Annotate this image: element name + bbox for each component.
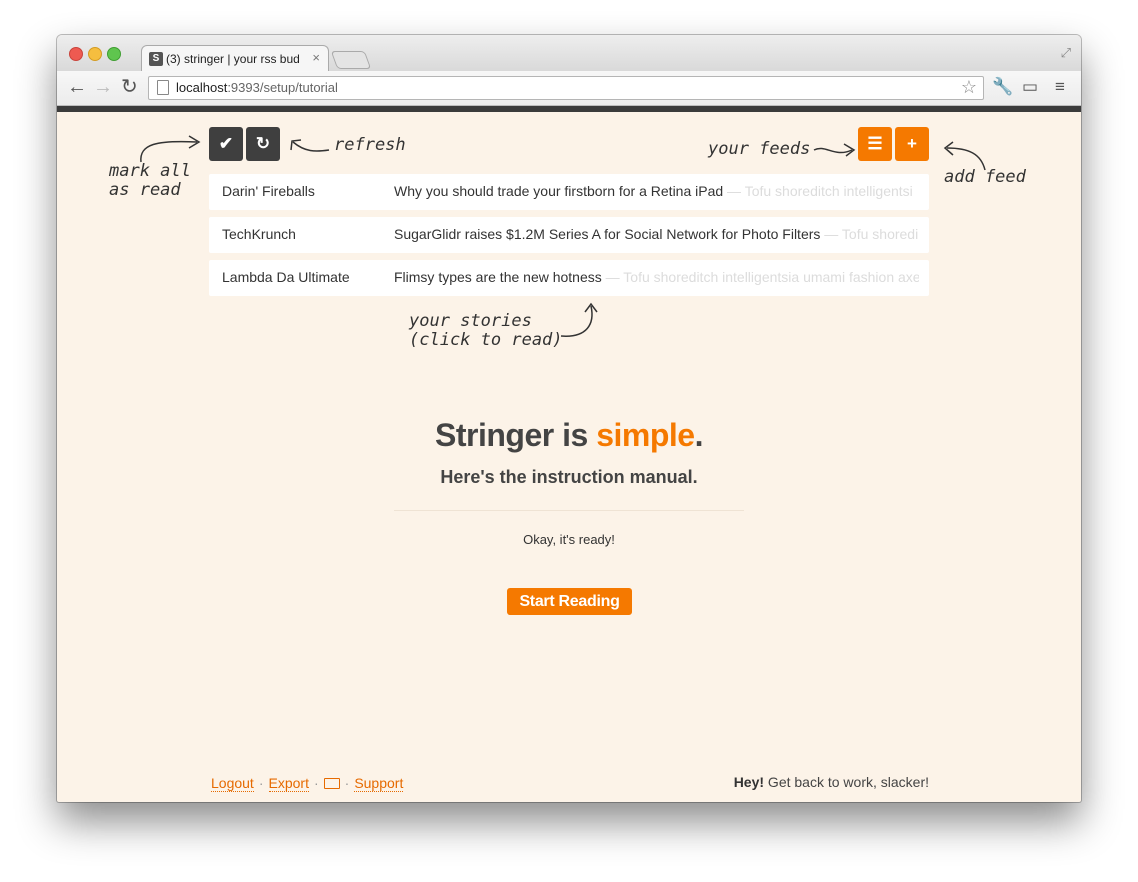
story-headline: Why you should trade your firstborn for … bbox=[394, 183, 913, 199]
browser-window: S (3) stringer | your rss bud × ⤢ ← → ↻ … bbox=[57, 35, 1081, 802]
footer-separator: · bbox=[258, 775, 264, 791]
keyboard-icon[interactable] bbox=[323, 777, 340, 789]
add-feed-button[interactable]: + bbox=[895, 127, 929, 161]
fullscreen-icon[interactable]: ⤢ bbox=[1061, 45, 1071, 61]
close-window-button[interactable] bbox=[69, 47, 83, 61]
footer-separator: · bbox=[313, 775, 319, 791]
footer-links: Logout · Export · · Support bbox=[211, 775, 404, 792]
refresh-button[interactable]: ↻ bbox=[246, 127, 280, 161]
page-subtitle: Here's the instruction manual. bbox=[440, 467, 698, 487]
menu-icon[interactable]: ≡ bbox=[1055, 77, 1065, 97]
annotation-refresh: refresh bbox=[334, 135, 406, 155]
new-tab-button[interactable] bbox=[330, 51, 372, 69]
maximize-window-button[interactable] bbox=[107, 47, 121, 61]
story-row[interactable]: Lambda Da Ultimate Flimsy types are the … bbox=[209, 260, 929, 296]
story-source: TechKrunch bbox=[222, 226, 296, 242]
start-reading-button[interactable]: Start Reading bbox=[507, 588, 632, 615]
status-text: Okay, it's ready! bbox=[523, 532, 615, 547]
check-icon: ✔ bbox=[218, 134, 234, 153]
divider bbox=[394, 510, 744, 511]
story-source: Lambda Da Ultimate bbox=[222, 269, 350, 285]
browser-tab[interactable]: S (3) stringer | your rss bud × bbox=[141, 45, 329, 72]
feeds-button[interactable]: ☰ bbox=[858, 127, 892, 161]
story-row[interactable]: Darin' Fireballs Why you should trade yo… bbox=[209, 174, 929, 210]
annotation-mark-all: mark all as read bbox=[109, 161, 191, 200]
page-icon bbox=[157, 80, 169, 95]
arrow-feeds-icon bbox=[813, 143, 856, 157]
back-icon[interactable]: ← bbox=[67, 76, 87, 98]
plus-icon: + bbox=[907, 134, 917, 153]
tab-title: (3) stringer | your rss bud bbox=[166, 52, 300, 66]
story-headline: SugarGlidr raises $1.2M Series A for Soc… bbox=[394, 226, 919, 242]
wrench-icon[interactable]: 🔧 bbox=[992, 77, 1013, 97]
list-icon: ☰ bbox=[867, 134, 883, 153]
refresh-icon: ↻ bbox=[255, 134, 271, 153]
support-link[interactable]: Support bbox=[354, 775, 404, 792]
annotation-add-feed: add feed bbox=[944, 167, 1026, 187]
url-text: localhost:9393/setup/tutorial bbox=[176, 80, 338, 95]
arrow-stories-icon bbox=[560, 302, 598, 337]
footer-greeting: Hey! Get back to work, slacker! bbox=[733, 774, 929, 790]
annotation-your-feeds: your feeds bbox=[708, 139, 811, 159]
story-headline: Flimsy types are the new hotness — Tofu … bbox=[394, 269, 919, 285]
annotation-your-stories: your stories (click to read) bbox=[409, 311, 563, 350]
story-source: Darin' Fireballs bbox=[222, 183, 315, 199]
arrow-refresh-icon bbox=[290, 139, 330, 152]
browser-toolbar: ← → ↻ localhost:9393/setup/tutorial ☆ 🔧 … bbox=[57, 71, 1081, 106]
footer-separator: · bbox=[344, 775, 350, 791]
address-bar[interactable]: localhost:9393/setup/tutorial ☆ bbox=[148, 76, 984, 100]
reload-icon[interactable]: ↻ bbox=[121, 76, 138, 98]
logout-link[interactable]: Logout bbox=[211, 775, 254, 792]
favicon-icon: S bbox=[149, 52, 163, 66]
forward-icon[interactable]: → bbox=[93, 76, 113, 98]
page-title: Stringer is simple. bbox=[435, 417, 703, 453]
export-link[interactable]: Export bbox=[268, 775, 309, 792]
bookmark-star-icon[interactable]: ☆ bbox=[961, 77, 977, 98]
fullscreen-toggle-icon[interactable]: ▭ bbox=[1022, 77, 1038, 97]
tab-close-icon[interactable]: × bbox=[312, 50, 320, 65]
title-bar: S (3) stringer | your rss bud × ⤢ bbox=[57, 35, 1081, 72]
minimize-window-button[interactable] bbox=[88, 47, 102, 61]
mark-all-read-button[interactable]: ✔ bbox=[209, 127, 243, 161]
page-content: ✔ ↻ ☰ + mark all as read refresh your fe… bbox=[57, 112, 1081, 802]
story-row[interactable]: TechKrunch SugarGlidr raises $1.2M Serie… bbox=[209, 217, 929, 253]
arrow-mark-all-icon bbox=[140, 135, 201, 163]
